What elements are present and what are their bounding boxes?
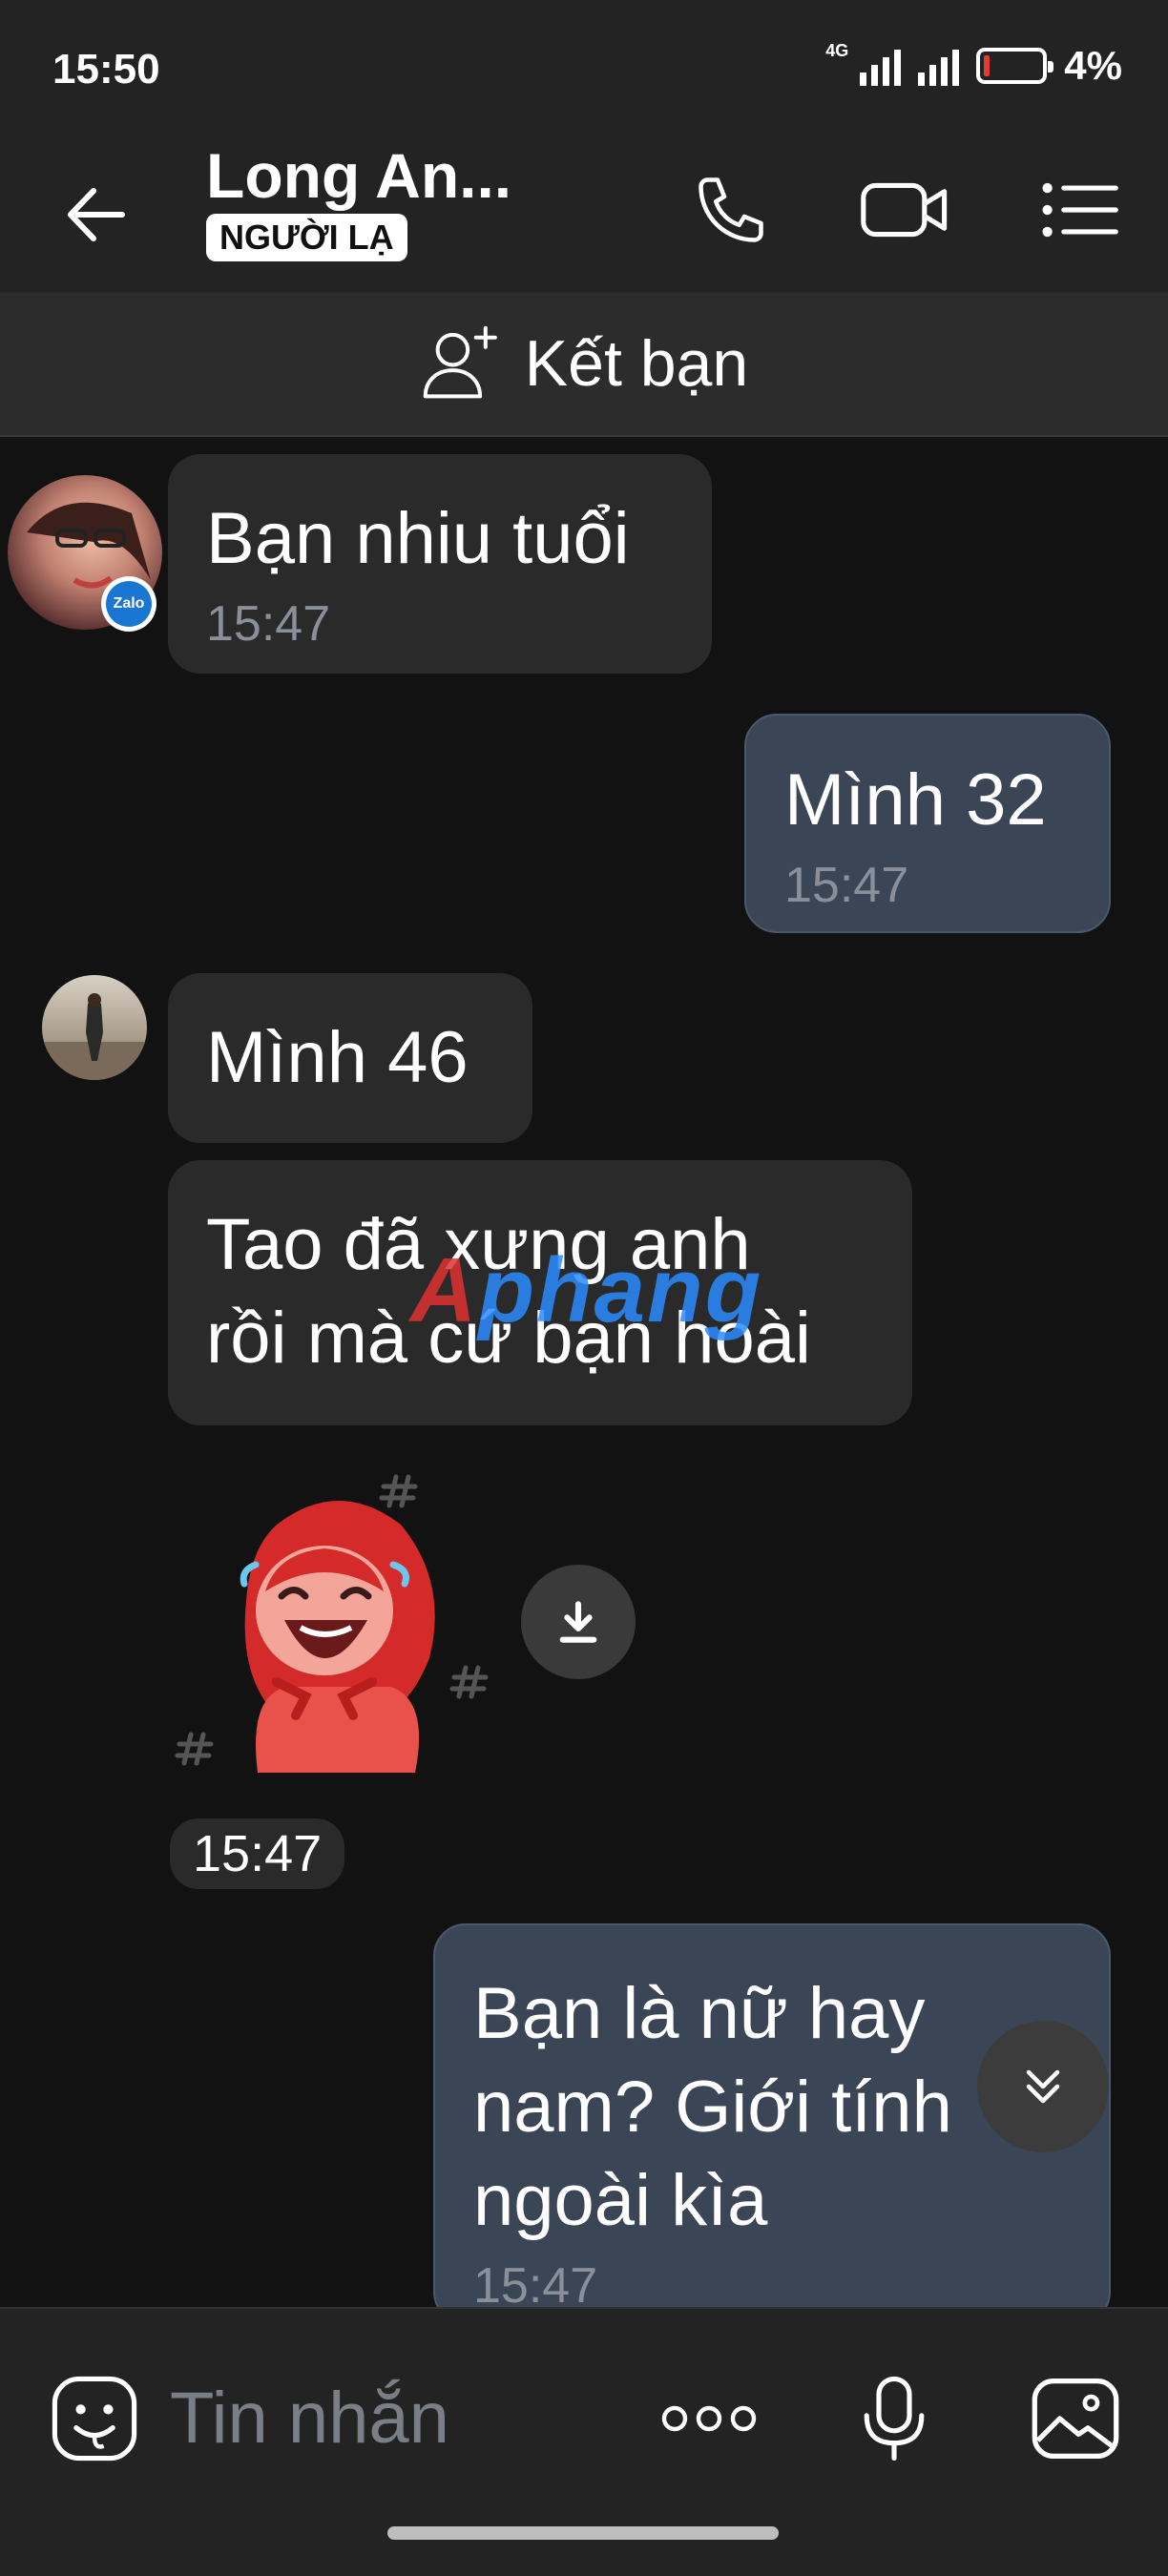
avatar-image bbox=[42, 993, 147, 1080]
contact-avatar-small[interactable] bbox=[42, 975, 147, 1080]
signal-icon bbox=[860, 46, 902, 86]
back-button[interactable] bbox=[57, 172, 143, 258]
zalo-logo-icon: Zalo bbox=[106, 581, 152, 627]
image-icon bbox=[1032, 2378, 1119, 2460]
voice-message-button[interactable] bbox=[842, 2366, 947, 2471]
message-bubble-incoming[interactable]: Mình 46 bbox=[168, 973, 532, 1143]
laughing-sticker[interactable] bbox=[172, 1458, 515, 1801]
message-bubble-outgoing[interactable]: Mình 32 15:47 bbox=[744, 714, 1111, 933]
more-options-button[interactable] bbox=[657, 2366, 761, 2471]
message-text: Mình 46 bbox=[206, 1017, 469, 1098]
more-dots-icon bbox=[661, 2405, 757, 2432]
emoji-icon bbox=[52, 2376, 137, 2462]
battery-percent: 4% bbox=[1064, 43, 1122, 88]
network-type: 4G bbox=[825, 41, 849, 60]
message-text-line: ngoài kìa bbox=[473, 2160, 768, 2241]
status-bar: 15:50 4G 4% bbox=[0, 0, 1168, 134]
message-time: 15:47 bbox=[784, 858, 909, 913]
add-friend-bar[interactable]: Kết bạn bbox=[0, 292, 1168, 437]
phone-icon bbox=[699, 177, 763, 242]
message-time: 15:47 bbox=[206, 596, 331, 652]
scroll-to-bottom-button[interactable] bbox=[977, 2021, 1109, 2152]
voice-call-button[interactable] bbox=[683, 162, 779, 258]
contact-name[interactable]: Long An... bbox=[206, 139, 511, 212]
chat-area[interactable]: Zalo Bạn nhiu tuổi 15:47 Mình 32 15:47 M… bbox=[0, 437, 1168, 2307]
battery-icon bbox=[976, 48, 1054, 84]
message-time: 15:47 bbox=[473, 2258, 598, 2307]
menu-button[interactable] bbox=[1032, 162, 1128, 258]
signal-2-icon bbox=[918, 46, 960, 86]
stranger-badge: NGƯỜI LẠ bbox=[206, 214, 407, 261]
watermark-logo: Aphang bbox=[410, 1239, 763, 1341]
home-indicator[interactable] bbox=[387, 2526, 779, 2540]
chat-header: Long An... NGƯỜI LẠ bbox=[0, 134, 1168, 292]
message-input[interactable] bbox=[170, 2370, 609, 2465]
double-chevron-down-icon bbox=[1026, 2069, 1060, 2104]
status-icons: 4G 4% bbox=[825, 42, 1122, 90]
video-camera-icon bbox=[861, 182, 948, 238]
status-time: 15:50 bbox=[52, 46, 160, 93]
add-friend-label: Kết bạn bbox=[524, 327, 749, 400]
message-text: Mình 32 bbox=[784, 759, 1047, 841]
zalo-badge: Zalo bbox=[101, 576, 156, 632]
message-text-line: Bạn là nữ hay bbox=[473, 1973, 926, 2054]
photo-button[interactable] bbox=[1023, 2366, 1128, 2471]
video-call-button[interactable] bbox=[857, 162, 952, 258]
message-bubble-incoming[interactable]: Bạn nhiu tuổi 15:47 bbox=[168, 454, 712, 674]
arrow-left-icon bbox=[68, 188, 125, 241]
add-user-icon bbox=[423, 325, 497, 399]
emoji-button[interactable] bbox=[42, 2366, 147, 2471]
download-icon bbox=[559, 1601, 597, 1643]
sticker-time: 15:47 bbox=[170, 1818, 345, 1889]
list-menu-icon bbox=[1042, 182, 1118, 238]
message-text: Bạn nhiu tuổi bbox=[206, 498, 630, 579]
microphone-icon bbox=[864, 2376, 925, 2462]
download-sticker-button[interactable] bbox=[521, 1565, 636, 1679]
